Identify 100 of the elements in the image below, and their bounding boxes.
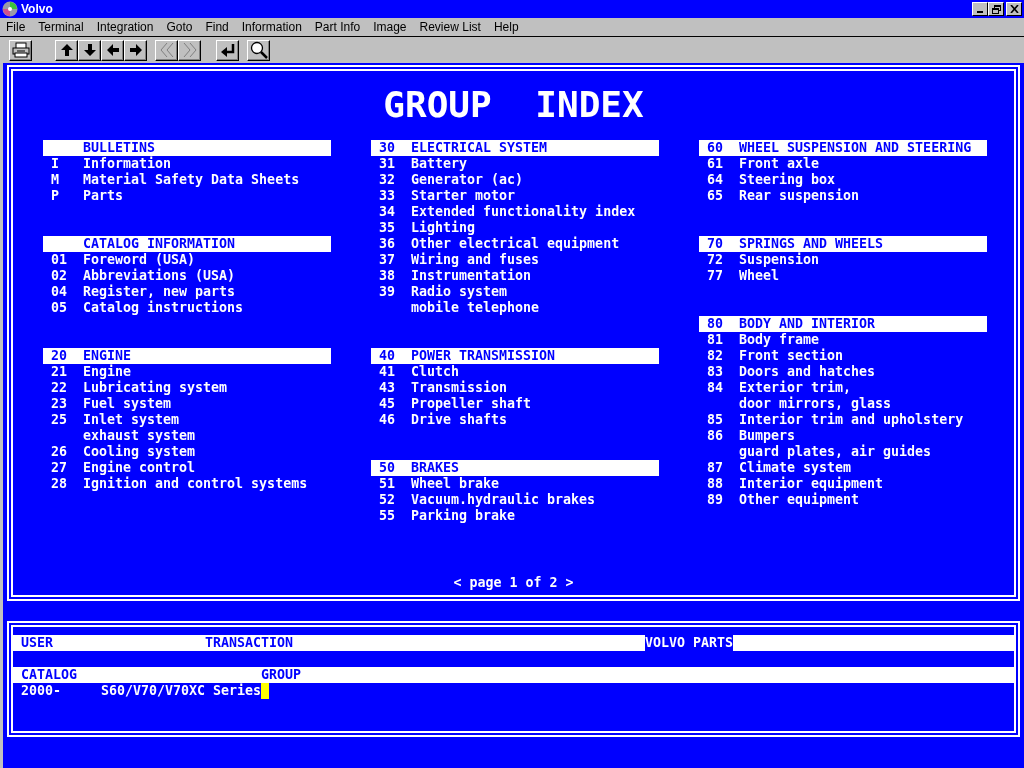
group-link[interactable]: Ignition and control systems [83, 476, 308, 492]
menu-item[interactable]: Find [205, 20, 229, 34]
group-link[interactable]: Inlet system [83, 412, 180, 428]
right-button[interactable] [124, 39, 147, 61]
group-link[interactable]: Extended functionality index [411, 204, 636, 220]
group-code[interactable]: 86 [699, 428, 739, 444]
group-code[interactable]: 34 [371, 204, 411, 220]
group-code[interactable]: 55 [371, 508, 411, 524]
next-page-button[interactable] [178, 39, 201, 61]
group-link[interactable]: Suspension [739, 252, 820, 268]
group-link[interactable]: Front axle [739, 156, 820, 172]
group-link[interactable]: Battery [411, 156, 468, 172]
group-code[interactable]: 22 [43, 380, 83, 396]
group-link[interactable]: Material Safety Data Sheets [83, 172, 300, 188]
group-code[interactable]: 23 [43, 396, 83, 412]
enter-button[interactable] [216, 39, 239, 61]
group-link[interactable]: Clutch [411, 364, 460, 380]
group-code[interactable]: 21 [43, 364, 83, 380]
down-button[interactable] [78, 39, 101, 61]
group-link[interactable]: Interior trim and upholstery [739, 412, 964, 428]
group-code[interactable]: 45 [371, 396, 411, 412]
group-code[interactable]: 38 [371, 268, 411, 284]
menu-item[interactable]: Review List [419, 20, 481, 34]
minimize-button[interactable] [972, 2, 988, 16]
search-button[interactable] [247, 39, 270, 61]
group-link[interactable]: Radio system [411, 284, 508, 300]
group-code[interactable]: 31 [371, 156, 411, 172]
group-code[interactable]: 01 [43, 252, 83, 268]
group-link[interactable]: Interior equipment [739, 476, 884, 492]
group-code[interactable]: 84 [699, 380, 739, 396]
group-link[interactable]: Engine control [83, 460, 196, 476]
group-link[interactable]: Steering box [739, 172, 836, 188]
menu-item[interactable]: Goto [166, 20, 193, 34]
next-page-link[interactable]: > [565, 575, 574, 591]
group-code[interactable]: 35 [371, 220, 411, 236]
menu-item[interactable]: Help [493, 20, 519, 34]
group-code[interactable]: 46 [371, 412, 411, 428]
group-code[interactable]: 36 [371, 236, 411, 252]
group-link[interactable]: Rear suspension [739, 188, 860, 204]
group-code[interactable]: 89 [699, 492, 739, 508]
group-code[interactable]: 81 [699, 332, 739, 348]
group-code[interactable]: 65 [699, 188, 739, 204]
group-link[interactable]: Parking brake [411, 508, 516, 524]
menu-item[interactable]: Integration [96, 20, 154, 34]
group-code[interactable]: 43 [371, 380, 411, 396]
previous-page-link[interactable]: < [453, 575, 462, 591]
group-code[interactable]: 88 [699, 476, 739, 492]
group-link[interactable]: Other equipment [739, 492, 860, 508]
group-code[interactable]: 87 [699, 460, 739, 476]
menu-item[interactable]: Part Info [314, 20, 361, 34]
group-link[interactable]: Lubricating system [83, 380, 228, 396]
group-code[interactable]: 39 [371, 284, 411, 300]
group-code[interactable]: 72 [699, 252, 739, 268]
group-code[interactable]: P [43, 188, 83, 204]
group-link[interactable]: Transmission [411, 380, 508, 396]
group-link[interactable]: Wheel brake [411, 476, 500, 492]
group-code[interactable]: 61 [699, 156, 739, 172]
menu-item[interactable]: Information [241, 20, 302, 34]
group-link[interactable]: Climate system [739, 460, 852, 476]
group-code[interactable]: 64 [699, 172, 739, 188]
group-link[interactable]: Catalog instructions [83, 300, 244, 316]
group-link[interactable]: Starter motor [411, 188, 516, 204]
group-link[interactable]: Other electrical equipment [411, 236, 620, 252]
group-code[interactable]: 85 [699, 412, 739, 428]
group-link[interactable]: Generator (ac) [411, 172, 524, 188]
group-code[interactable]: 05 [43, 300, 83, 316]
group-link[interactable]: Parts [83, 188, 124, 204]
group-code[interactable]: 28 [43, 476, 83, 492]
left-button[interactable] [101, 39, 124, 61]
group-code[interactable]: 02 [43, 268, 83, 284]
previous-page-button[interactable] [155, 39, 178, 61]
close-button[interactable] [1006, 2, 1022, 16]
group-link[interactable]: Drive shafts [411, 412, 508, 428]
group-link[interactable]: Front section [739, 348, 844, 364]
group-link[interactable]: Wiring and fuses [411, 252, 540, 268]
group-link[interactable]: Fuel system [83, 396, 172, 412]
group-code[interactable]: 27 [43, 460, 83, 476]
group-code[interactable]: 33 [371, 188, 411, 204]
group-code[interactable]: 52 [371, 492, 411, 508]
group-code[interactable]: M [43, 172, 83, 188]
print-button[interactable] [9, 39, 32, 61]
group-code[interactable]: 82 [699, 348, 739, 364]
menu-item[interactable]: Image [373, 20, 407, 34]
group-link[interactable]: Abbreviations (USA) [83, 268, 236, 284]
group-link-continuation[interactable]: exhaust system [83, 428, 196, 444]
up-button[interactable] [55, 39, 78, 61]
group-code[interactable]: 26 [43, 444, 83, 460]
menu-item[interactable]: Terminal [38, 20, 84, 34]
group-code[interactable]: 04 [43, 284, 83, 300]
group-link-continuation[interactable]: door mirrors, glass [739, 396, 892, 412]
group-link[interactable]: Doors and hatches [739, 364, 876, 380]
group-link[interactable]: Cooling system [83, 444, 196, 460]
group-code[interactable]: 25 [43, 412, 83, 428]
group-link[interactable]: Lighting [411, 220, 476, 236]
group-code[interactable]: 41 [371, 364, 411, 380]
restore-button[interactable] [988, 2, 1004, 16]
group-code[interactable]: 37 [371, 252, 411, 268]
group-link[interactable]: Instrumentation [411, 268, 532, 284]
group-link[interactable]: Information [83, 156, 172, 172]
group-link[interactable]: Register, new parts [83, 284, 236, 300]
